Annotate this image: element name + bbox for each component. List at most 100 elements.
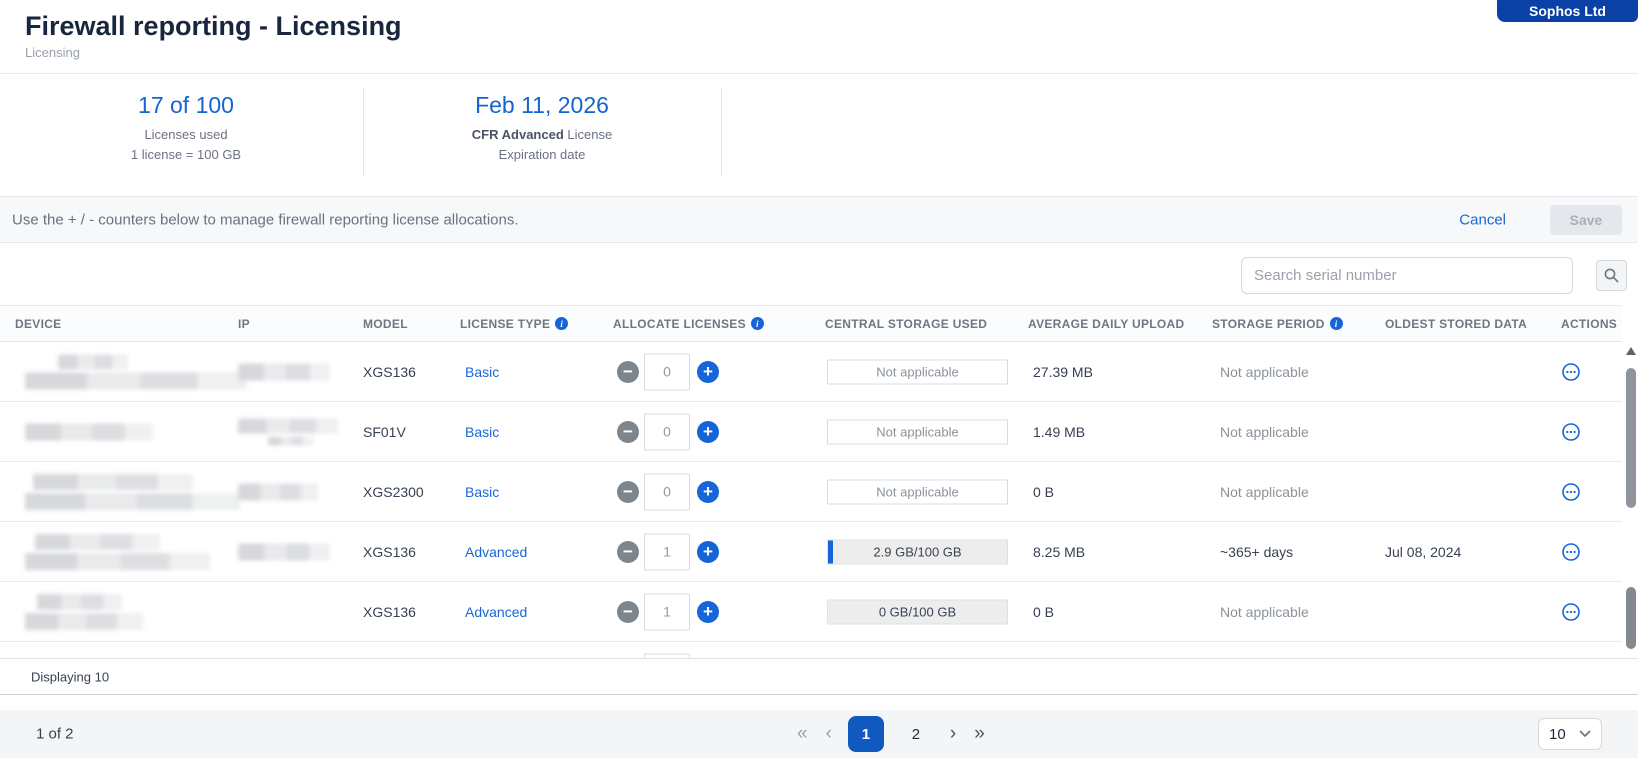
- ellipsis-circle-icon: [1561, 362, 1581, 382]
- storage-used-meter: Not applicable: [827, 419, 1008, 444]
- column-header-device: DEVICE: [15, 317, 61, 331]
- model-cell: XGS2300: [363, 484, 424, 500]
- chevron-down-icon: [1579, 730, 1591, 738]
- storage-used-meter: 0 GB/100 GB: [827, 599, 1008, 624]
- page-button-2[interactable]: 2: [898, 716, 934, 752]
- ellipsis-circle-icon: [1561, 602, 1581, 622]
- firewall-licensing-page: Firewall reporting - Licensing Licensing…: [0, 0, 1638, 758]
- cancel-button[interactable]: Cancel: [1459, 211, 1506, 228]
- storage-fill-bar: [828, 540, 833, 563]
- pager: « ‹ 12 › »: [795, 716, 987, 752]
- decrement-license-button[interactable]: −: [617, 541, 639, 563]
- table-row: XGS136Advanced−1+0 GB/100 GB0 BNot appli…: [0, 582, 1622, 642]
- increment-license-button[interactable]: +: [697, 541, 719, 563]
- allocate-licenses-input[interactable]: 1: [644, 593, 690, 630]
- storage-period-cell: Not applicable: [1220, 484, 1309, 500]
- account-badge[interactable]: Sophos Ltd: [1497, 0, 1638, 22]
- storage-used-label: Not applicable: [876, 364, 958, 379]
- page-button-1[interactable]: 1: [848, 716, 884, 752]
- allocate-licenses-input[interactable]: 0: [644, 413, 690, 450]
- info-icon[interactable]: i: [555, 317, 568, 330]
- column-header-model: MODEL: [363, 317, 408, 331]
- redacted-block: [238, 363, 330, 380]
- license-type-link[interactable]: Basic: [465, 424, 499, 440]
- ip-redacted: [238, 363, 330, 380]
- model-cell: XGS136: [363, 364, 416, 380]
- page-title: Firewall reporting - Licensing: [25, 11, 402, 42]
- search-input[interactable]: [1241, 257, 1573, 294]
- breadcrumb: Licensing: [25, 45, 80, 60]
- avg-daily-upload-cell: 1.49 MB: [1033, 424, 1085, 440]
- column-header-actions: ACTIONS: [1561, 317, 1617, 331]
- save-button[interactable]: Save: [1550, 205, 1622, 235]
- device-redacted: [25, 354, 247, 389]
- increment-license-button[interactable]: +: [697, 601, 719, 623]
- first-page-button[interactable]: «: [795, 723, 810, 745]
- allocate-licenses-input[interactable]: 1: [644, 533, 690, 570]
- search-button[interactable]: [1596, 260, 1627, 291]
- row-actions-button[interactable]: [1561, 482, 1581, 502]
- expiration-license-label: CFR Advanced License: [364, 127, 720, 142]
- licenses-used-value: 17 of 100: [10, 90, 362, 120]
- redacted-block: [25, 372, 247, 389]
- row-actions-button[interactable]: [1561, 422, 1581, 442]
- decrement-license-button[interactable]: −: [617, 421, 639, 443]
- previous-page-button[interactable]: ‹: [824, 723, 834, 745]
- avg-daily-upload-cell: 0 B: [1033, 484, 1054, 500]
- allocate-licenses-input[interactable]: 0: [644, 473, 690, 510]
- column-label: DEVICE: [15, 317, 61, 331]
- decrement-license-button[interactable]: −: [617, 481, 639, 503]
- table-row: XGS136Advanced−1+2.9 GB/100 GB8.25 MB~36…: [0, 522, 1622, 582]
- increment-license-button[interactable]: +: [697, 361, 719, 383]
- model-cell: SF01V: [363, 424, 406, 440]
- license-type-link[interactable]: Advanced: [465, 604, 527, 620]
- row-actions-button[interactable]: [1561, 362, 1581, 382]
- column-label: ACTIONS: [1561, 317, 1617, 331]
- license-type-link[interactable]: Basic: [465, 484, 499, 500]
- scrollbar-thumb-lower[interactable]: [1626, 587, 1636, 649]
- column-header-storage-period: STORAGE PERIODi: [1212, 317, 1343, 331]
- column-header-allocate-licenses: ALLOCATE LICENSESi: [613, 317, 764, 331]
- storage-used-meter: 2.9 GB/100 GB: [827, 539, 1008, 564]
- last-page-button[interactable]: »: [972, 723, 987, 745]
- page-size-select[interactable]: 10: [1538, 718, 1602, 750]
- device-redacted: [25, 474, 240, 510]
- decrement-license-button[interactable]: −: [617, 601, 639, 623]
- increment-license-button[interactable]: +: [697, 421, 719, 443]
- search-icon: [1603, 267, 1620, 284]
- stat-expiration: Feb 11, 2026 CFR Advanced License Expira…: [364, 90, 720, 162]
- next-page-button[interactable]: ›: [948, 723, 958, 745]
- increment-license-button[interactable]: +: [697, 481, 719, 503]
- column-label: LICENSE TYPE: [460, 317, 550, 331]
- column-header-license-type: LICENSE TYPE i: [460, 317, 568, 331]
- ip-redacted: [238, 483, 318, 500]
- storage-used-label: Not applicable: [876, 424, 958, 439]
- avg-daily-upload-cell: 0 B: [1033, 604, 1054, 620]
- redacted-block: [25, 493, 240, 510]
- vertical-scrollbar[interactable]: [1625, 342, 1637, 658]
- table-row: SF01VBasic−0+Not applicable1.49 MBNot ap…: [0, 402, 1622, 462]
- redacted-block: [35, 534, 160, 550]
- column-label: OLDEST STORED DATA: [1385, 317, 1527, 331]
- expiration-sublabel: Expiration date: [364, 147, 720, 162]
- license-type-link[interactable]: Advanced: [465, 544, 527, 560]
- license-type-link[interactable]: Basic: [465, 364, 499, 380]
- allocate-licenses-input[interactable]: 0: [644, 353, 690, 390]
- column-header-oldest-stored-data: OLDEST STORED DATA: [1385, 317, 1527, 331]
- storage-used-meter: Not applicable: [827, 479, 1008, 504]
- expiration-date-value: Feb 11, 2026: [364, 90, 720, 120]
- info-icon[interactable]: i: [1330, 317, 1343, 330]
- oldest-stored-data-cell: Jul 08, 2024: [1385, 544, 1461, 560]
- scrollbar-thumb[interactable]: [1626, 368, 1636, 508]
- redacted-block: [58, 354, 128, 369]
- displaying-count: Displaying 10: [31, 669, 109, 684]
- device-redacted: [25, 423, 153, 440]
- row-actions-button[interactable]: [1561, 602, 1581, 622]
- column-label: MODEL: [363, 317, 408, 331]
- info-icon[interactable]: i: [751, 317, 764, 330]
- decrement-license-button[interactable]: −: [617, 361, 639, 383]
- ellipsis-circle-icon: [1561, 542, 1581, 562]
- row-actions-button[interactable]: [1561, 542, 1581, 562]
- scroll-up-arrow-icon[interactable]: [1626, 347, 1636, 355]
- license-stats: 17 of 100 Licenses used 1 license = 100 …: [0, 74, 1638, 187]
